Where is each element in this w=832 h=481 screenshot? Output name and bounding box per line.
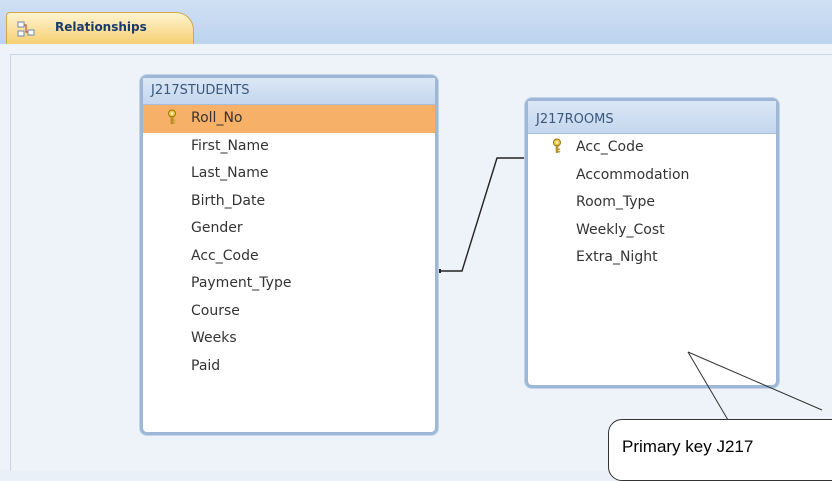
field-row[interactable]: Acc_Code [528, 134, 776, 162]
field-label: Acc_Code [576, 139, 644, 155]
field-row[interactable]: Acc_Code [143, 243, 435, 271]
field-label: Birth_Date [191, 192, 266, 209]
relationships-icon [17, 21, 35, 37]
primary-key-icon [168, 109, 176, 124]
field-label: Extra_Night [576, 249, 658, 265]
field-label: Payment_Type [191, 275, 292, 291]
field-row[interactable]: Weekly_Cost [528, 217, 776, 245]
table-j217rooms[interactable]: J217ROOMS Acc_Code Accommodation Room_Type… [525, 98, 779, 388]
field-row[interactable]: Course [143, 298, 435, 326]
field-label: Weeks [191, 330, 237, 346]
field-label: First_Name [191, 137, 269, 154]
table-title[interactable]: J217STUDENTS [143, 78, 435, 105]
field-row[interactable]: Roll_No [143, 105, 435, 133]
field-label: Course [191, 302, 240, 319]
field-row[interactable]: Extra_Night [528, 244, 776, 272]
field-row[interactable]: Weeks [143, 325, 435, 353]
primary-key-icon [553, 138, 561, 153]
field-row[interactable]: Room_Type [528, 189, 776, 217]
field-row[interactable]: Accommodation [528, 162, 776, 190]
field-label: Room_Type [576, 194, 656, 210]
field-row[interactable]: Birth_Date [143, 188, 435, 216]
table-j217students[interactable]: J217STUDENTS Roll_No First_Name Last_Name B… [140, 75, 438, 435]
field-label: Gender [191, 220, 243, 236]
field-label: Last_Name [191, 165, 269, 181]
field-row[interactable]: First_Name [143, 133, 435, 161]
field-list: Roll_No First_Name Last_Name Birth_Date Gend… [143, 105, 435, 380]
field-row[interactable]: Payment_Type [143, 270, 435, 298]
document-tab-bar: Relationships [0, 0, 832, 45]
field-label: Acc_Code [191, 247, 259, 264]
field-row[interactable]: Paid [143, 353, 435, 381]
table-title[interactable]: J217ROOMS [528, 101, 776, 134]
tab-relationships[interactable]: Relationships [6, 12, 194, 44]
field-row[interactable]: Gender [143, 215, 435, 243]
tab-label: Relationships [55, 20, 147, 34]
field-list: Acc_Code Accommodation Room_Type Weekly_Cos… [528, 134, 776, 272]
field-label: Weekly_Cost [576, 221, 665, 238]
field-label: Roll_No [191, 110, 243, 126]
field-label: Paid [191, 357, 221, 374]
field-label: Accommodation [576, 166, 690, 183]
callout-text: Primary key J217 [622, 437, 754, 456]
field-row[interactable]: Last_Name [143, 160, 435, 188]
